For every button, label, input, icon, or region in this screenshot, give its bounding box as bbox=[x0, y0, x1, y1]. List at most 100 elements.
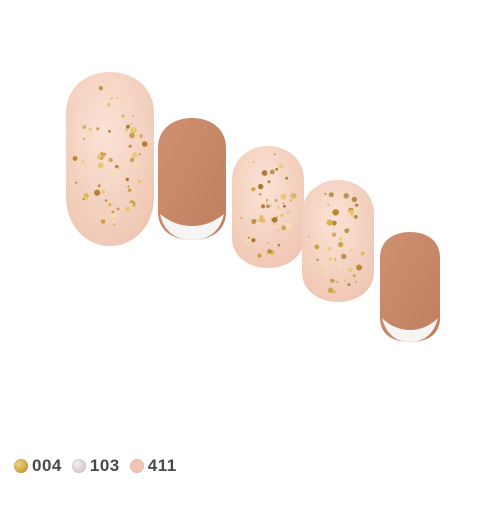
glitter-flake bbox=[272, 217, 278, 223]
glitter-flake bbox=[132, 115, 134, 117]
glitter-flake bbox=[316, 258, 319, 262]
glitter-flake bbox=[338, 237, 343, 241]
glitter-flake bbox=[83, 137, 85, 140]
glitter-flake bbox=[275, 167, 279, 171]
glitter-flake bbox=[113, 223, 116, 226]
glitter-flake bbox=[97, 162, 104, 169]
glitter-flake bbox=[319, 198, 322, 201]
glitter-flake bbox=[286, 211, 291, 215]
glitter-flake bbox=[103, 152, 106, 156]
glitter-flake bbox=[112, 219, 115, 223]
glitter-flake bbox=[280, 193, 287, 200]
swatch-dot-pearl bbox=[71, 459, 86, 473]
glitter-flake bbox=[126, 103, 131, 109]
glitter-flake bbox=[240, 217, 243, 220]
glitter-flake bbox=[324, 192, 327, 195]
glitter-flake bbox=[88, 127, 92, 131]
glitter-flake bbox=[137, 179, 142, 184]
glitter-flake bbox=[117, 166, 120, 169]
glitter-flake bbox=[276, 216, 278, 218]
glitter-flake bbox=[78, 175, 82, 179]
glitter-flake bbox=[100, 152, 104, 156]
glitter-flake bbox=[330, 278, 335, 283]
glitter-flake bbox=[327, 203, 330, 206]
glitter-flake bbox=[308, 236, 310, 238]
glitter-flake bbox=[337, 241, 344, 248]
glitter-flake bbox=[125, 128, 128, 132]
glitter-flake bbox=[332, 209, 339, 216]
glitter-flake bbox=[331, 232, 337, 237]
glitter-flake bbox=[110, 213, 117, 219]
glitter-flake bbox=[138, 153, 141, 156]
glitter-flake bbox=[347, 267, 353, 272]
glitter-flake bbox=[72, 156, 78, 161]
glitter-flake bbox=[75, 181, 78, 184]
glitter-flake bbox=[336, 281, 338, 283]
glitter-flake bbox=[120, 136, 122, 138]
glitter-flake bbox=[110, 97, 113, 100]
glitter-flake bbox=[131, 123, 133, 125]
swatch-item-411: 411 bbox=[129, 456, 177, 476]
glitter-flake bbox=[257, 253, 262, 258]
glitter-flake bbox=[283, 204, 286, 208]
color-swatch-legend: 004 103 411 bbox=[14, 456, 177, 476]
glitter-flake bbox=[260, 204, 266, 209]
glitter-flake bbox=[334, 280, 336, 282]
glitter-flake bbox=[98, 210, 101, 213]
glitter-flake bbox=[272, 222, 275, 225]
glitter-flake bbox=[125, 206, 130, 212]
product-image: 004 103 411 bbox=[0, 0, 500, 500]
glitter-flake bbox=[106, 102, 111, 107]
glitter-flake bbox=[317, 240, 322, 245]
glitter-flake bbox=[353, 215, 358, 219]
glitter-flake bbox=[347, 283, 351, 286]
glitter-flake bbox=[343, 193, 349, 199]
glitter-flake bbox=[314, 244, 320, 250]
glitter-flake bbox=[273, 153, 276, 156]
glitter-flake bbox=[98, 86, 104, 91]
nail-3-glitter bbox=[232, 146, 304, 268]
glitter-flake bbox=[243, 204, 246, 207]
glitter-flake bbox=[334, 259, 336, 262]
glitter-flake bbox=[128, 144, 132, 148]
glitter-flake bbox=[285, 222, 291, 229]
glitter-flake bbox=[104, 199, 108, 202]
glitter-flake bbox=[277, 229, 280, 232]
glitter-flake bbox=[270, 205, 273, 207]
glitter-flake bbox=[282, 202, 284, 204]
glitter-flake bbox=[266, 204, 270, 209]
glitter-flake bbox=[108, 157, 113, 163]
glitter-flake bbox=[82, 197, 85, 201]
glitter-flake bbox=[84, 161, 86, 163]
glitter-flake bbox=[278, 163, 284, 169]
glitter-flake bbox=[269, 204, 271, 207]
glitter-flake bbox=[126, 124, 130, 129]
glitter-flake bbox=[251, 187, 256, 192]
glitter-flake bbox=[108, 202, 112, 207]
glitter-flake bbox=[131, 152, 138, 159]
glitter-flake bbox=[130, 157, 135, 162]
glitter-flake bbox=[353, 208, 359, 214]
glitter-flake bbox=[341, 253, 347, 260]
glitter-flake bbox=[258, 183, 264, 190]
glitter-flake bbox=[285, 176, 289, 180]
glitter-flake bbox=[333, 227, 335, 229]
glitter-flake bbox=[260, 218, 266, 224]
swatch-code-label: 411 bbox=[147, 456, 177, 475]
nail-2-matte-french bbox=[158, 118, 226, 240]
glitter-flake bbox=[274, 198, 278, 202]
glitter-flake bbox=[290, 192, 297, 199]
glitter-flake bbox=[328, 192, 334, 198]
glitter-flake bbox=[343, 279, 346, 282]
glitter-flake bbox=[261, 170, 268, 176]
glitter-flake bbox=[326, 219, 333, 226]
glitter-flake bbox=[334, 257, 337, 259]
glitter-flake bbox=[324, 272, 327, 276]
glitter-flake bbox=[277, 206, 280, 210]
glitter-flake bbox=[96, 127, 100, 131]
glitter-flake bbox=[251, 238, 256, 243]
swatch-item-004: 004 bbox=[14, 456, 62, 476]
glitter-flake bbox=[97, 184, 101, 188]
glitter-flake bbox=[349, 249, 352, 252]
glitter-flake bbox=[267, 249, 272, 254]
